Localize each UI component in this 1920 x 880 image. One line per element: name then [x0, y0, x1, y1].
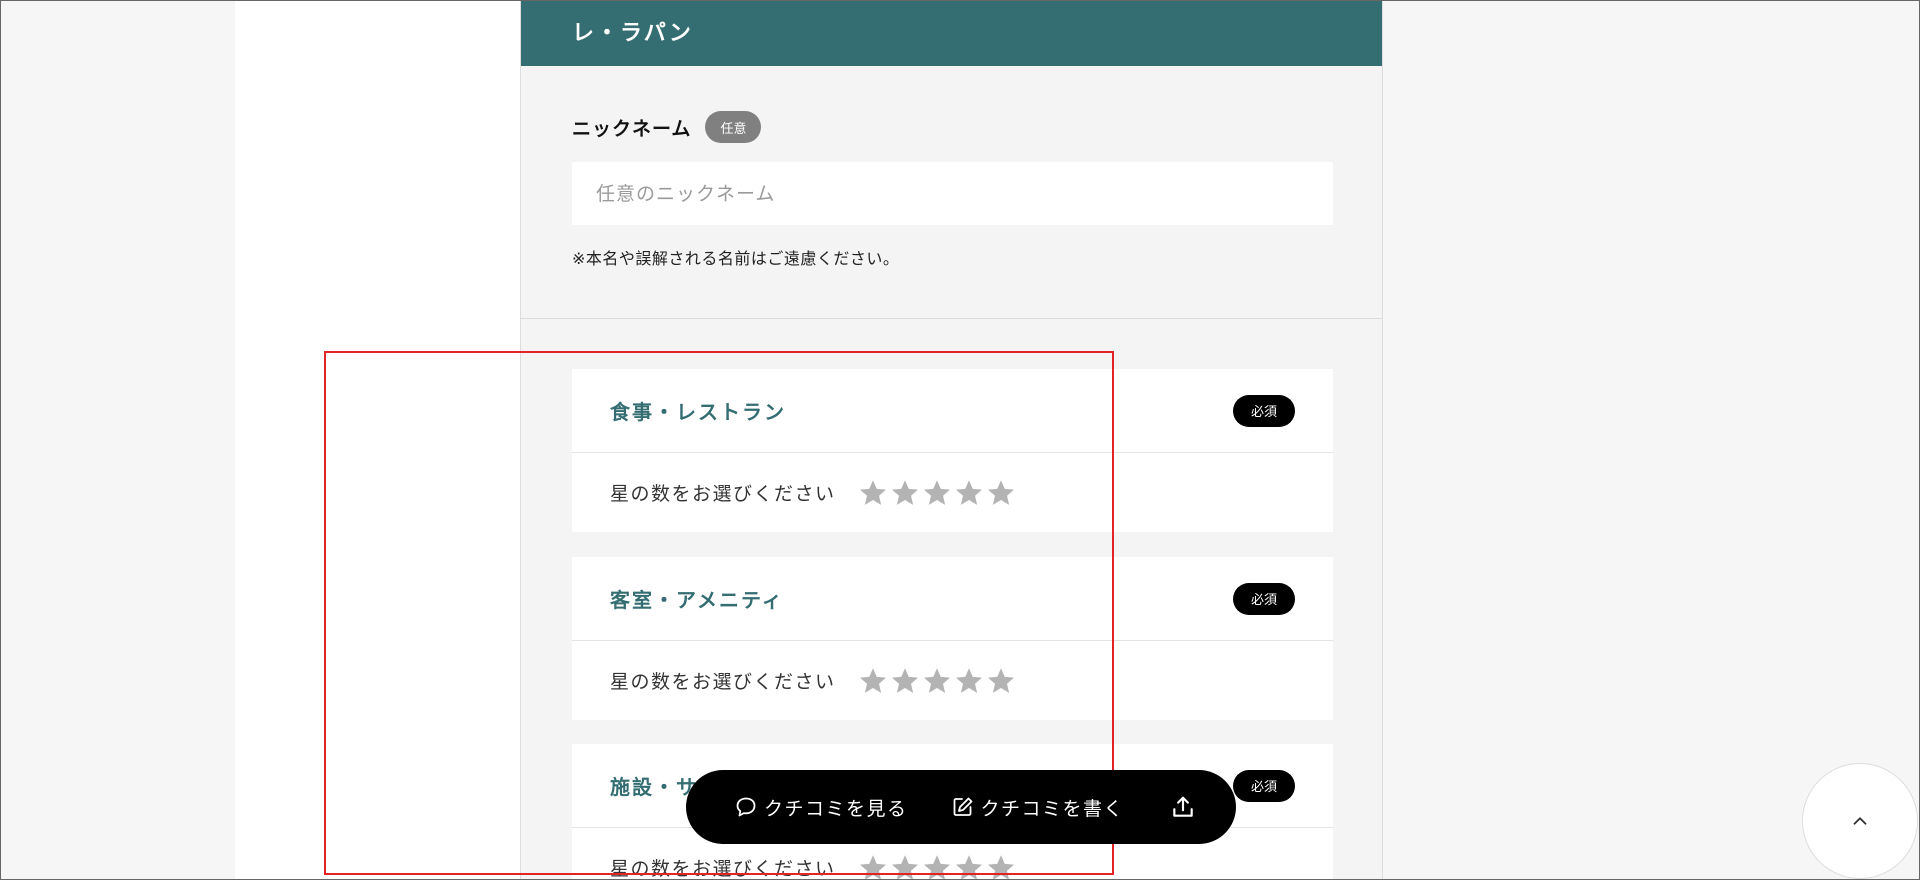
star-icon[interactable] — [954, 478, 984, 508]
star-icon[interactable] — [858, 666, 888, 696]
rating-card-body: 星の数をお選びください — [572, 453, 1333, 532]
section-divider — [521, 318, 1382, 319]
rating-card-room: 客室・アメニティ 必須 星の数をお選びください — [572, 557, 1333, 720]
nickname-label: ニックネーム — [572, 117, 692, 140]
rating-card-food: 食事・レストラン 必須 星の数をお選びください — [572, 369, 1333, 532]
share-icon — [1170, 794, 1196, 820]
pencil-edit-icon — [951, 795, 975, 819]
star-rating[interactable] — [858, 478, 1016, 508]
view-reviews-label: クチコミを見る — [764, 797, 908, 820]
view-reviews-button[interactable]: クチコミを見る — [734, 794, 908, 821]
review-form-panel: レ・ラパン ニックネーム 任意 ※本名や誤解される名前はご遠慮ください。 食事・… — [520, 1, 1383, 880]
star-icon[interactable] — [986, 666, 1016, 696]
star-icon[interactable] — [890, 853, 920, 879]
star-icon[interactable] — [954, 666, 984, 696]
nickname-title-row: ニックネーム 任意 — [572, 111, 762, 143]
nickname-input[interactable] — [572, 162, 1333, 225]
required-badge: 必須 — [1233, 769, 1295, 802]
rating-card-body: 星の数をお選びください — [572, 641, 1333, 720]
star-icon[interactable] — [954, 853, 984, 879]
required-badge: 必須 — [1233, 394, 1295, 427]
rating-prompt: 星の数をお選びください — [610, 671, 836, 693]
rating-prompt: 星の数をお選びください — [610, 483, 836, 505]
star-icon[interactable] — [922, 666, 952, 696]
write-review-button[interactable]: クチコミを書く — [951, 794, 1125, 821]
category-title: 客室・アメニティ — [610, 588, 784, 612]
star-icon[interactable] — [922, 478, 952, 508]
write-review-label: クチコミを書く — [980, 797, 1125, 820]
star-icon[interactable] — [890, 666, 920, 696]
speech-bubble-icon — [734, 795, 758, 819]
star-icon[interactable] — [858, 478, 888, 508]
browser-viewport: レ・ラパン ニックネーム 任意 ※本名や誤解される名前はご遠慮ください。 食事・… — [0, 0, 1920, 880]
page-column: レ・ラパン ニックネーム 任意 ※本名や誤解される名前はご遠慮ください。 食事・… — [235, 1, 1383, 879]
rating-card-head: 客室・アメニティ 必須 — [572, 557, 1333, 641]
star-icon[interactable] — [890, 478, 920, 508]
star-icon[interactable] — [986, 478, 1016, 508]
category-title: 食事・レストラン — [610, 400, 786, 424]
star-icon[interactable] — [986, 853, 1016, 879]
optional-badge: 任意 — [705, 111, 762, 143]
nickname-note: ※本名や誤解される名前はご遠慮ください。 — [572, 249, 900, 268]
star-icon[interactable] — [922, 853, 952, 879]
hotel-name-header: レ・ラパン — [521, 1, 1382, 66]
share-button[interactable] — [1170, 794, 1196, 820]
required-badge: 必須 — [1233, 582, 1295, 615]
chevron-up-icon — [1849, 810, 1871, 832]
rating-prompt: 星の数をお選びください — [610, 858, 836, 880]
star-rating[interactable] — [858, 666, 1016, 696]
star-icon[interactable] — [858, 853, 888, 879]
star-rating[interactable] — [858, 853, 1016, 879]
floating-action-bar: クチコミを見る クチコミを書く — [686, 770, 1236, 844]
scroll-to-top-button[interactable] — [1802, 763, 1918, 879]
rating-card-head: 食事・レストラン 必須 — [572, 369, 1333, 453]
